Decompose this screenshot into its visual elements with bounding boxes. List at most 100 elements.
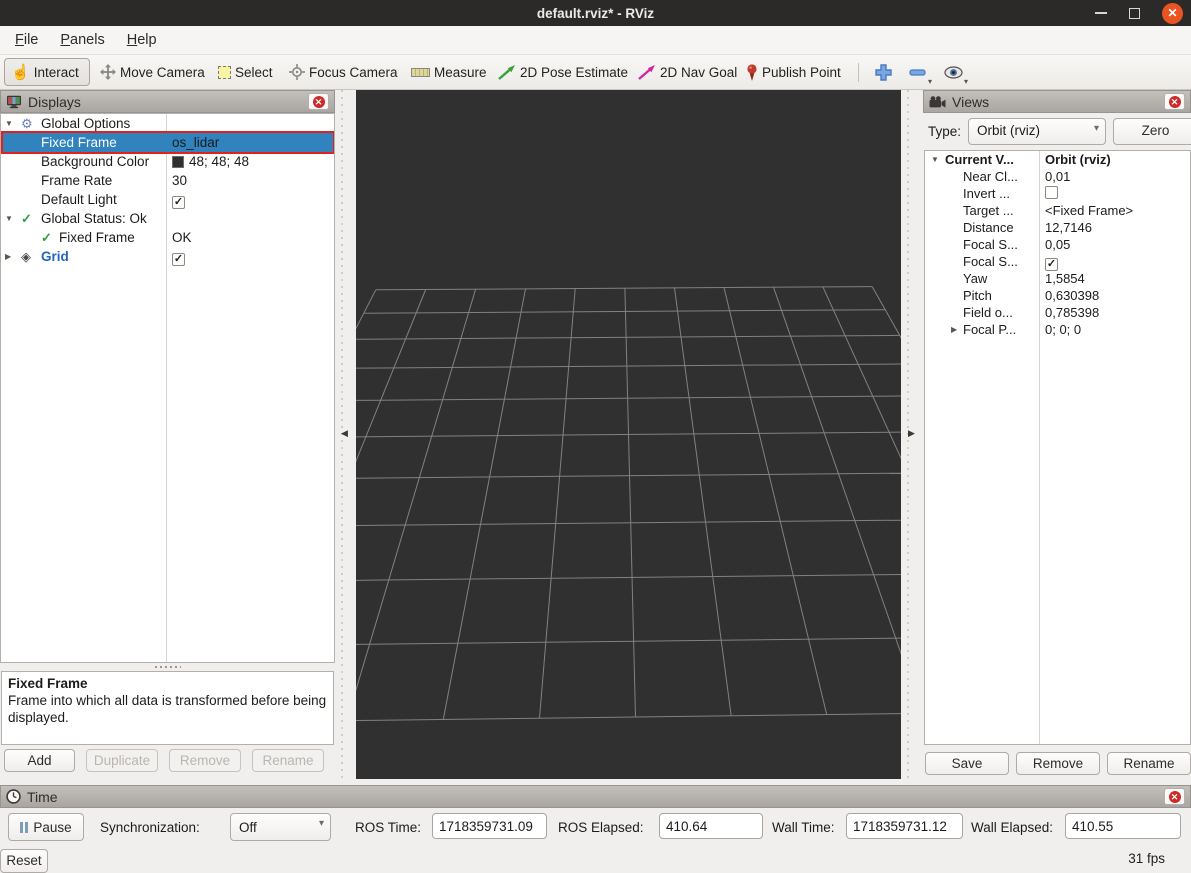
property-value[interactable]: 0,05: [1045, 236, 1070, 253]
focus-camera-tool-button[interactable]: Focus Camera: [289, 55, 398, 89]
move-camera-tool-button[interactable]: Move Camera: [100, 55, 205, 89]
views-close-button[interactable]: ✕: [1164, 93, 1185, 110]
move-camera-icon: [100, 64, 116, 80]
tree-row-target[interactable]: Target ...<Fixed Frame>: [925, 202, 1190, 219]
rename-view-button[interactable]: Rename: [1107, 752, 1191, 775]
checkbox-unchecked[interactable]: [1045, 186, 1058, 199]
property-value[interactable]: os_lidar: [172, 133, 219, 152]
save-view-button[interactable]: Save: [925, 752, 1009, 775]
tree-row-fixed-frame[interactable]: Fixed Frameos_lidar: [1, 133, 334, 152]
toolbar: ☝ Interact Move Camera Select Focus Came…: [0, 55, 1191, 90]
view-type-dropdown[interactable]: Orbit (rviz): [968, 118, 1106, 145]
selection-box-icon: [218, 66, 231, 79]
property-value[interactable]: 0,785398: [1045, 304, 1099, 321]
tree-row-fixed-frame[interactable]: ✓Fixed FrameOK: [1, 228, 334, 247]
menu-panels[interactable]: Panels: [49, 28, 115, 52]
tree-row-pitch[interactable]: Pitch0,630398: [925, 287, 1190, 304]
nav-goal-tool-button[interactable]: 2D Nav Goal: [638, 55, 737, 89]
property-value[interactable]: ✓: [1045, 254, 1058, 271]
expanded-arrow-icon[interactable]: ▼: [5, 209, 13, 228]
add-tool-button[interactable]: [875, 55, 892, 89]
remove-display-button[interactable]: Remove: [169, 749, 241, 772]
displays-panel-header[interactable]: Displays ✕: [0, 90, 335, 113]
tree-row-yaw[interactable]: Yaw1,5854: [925, 270, 1190, 287]
property-value[interactable]: 48; 48; 48: [172, 152, 249, 171]
close-window-button[interactable]: ✕: [1162, 3, 1183, 24]
right-splitter[interactable]: ▶: [901, 90, 923, 779]
property-value[interactable]: ✓: [172, 249, 185, 266]
checkbox-checked[interactable]: ✓: [172, 196, 185, 209]
visibility-caret-icon[interactable]: ▾: [964, 77, 968, 86]
render-viewport-3d[interactable]: [356, 90, 901, 779]
property-value[interactable]: OK: [172, 228, 192, 247]
menu-file[interactable]: File: [4, 28, 49, 52]
property-value[interactable]: 0; 0; 0: [1045, 321, 1081, 338]
property-value[interactable]: 1,5854: [1045, 270, 1085, 287]
expanded-arrow-icon[interactable]: ▼: [5, 114, 13, 133]
pause-button[interactable]: Pause: [8, 813, 84, 841]
views-panel-header[interactable]: Views ✕: [923, 90, 1191, 113]
collapsed-arrow-icon[interactable]: ▶: [951, 321, 957, 338]
collapse-left-arrow-icon[interactable]: ◀: [341, 428, 348, 439]
tree-row-grid[interactable]: ▶◈Grid✓: [1, 247, 334, 266]
publish-point-tool-button[interactable]: Publish Point: [746, 55, 841, 89]
property-value[interactable]: <Fixed Frame>: [1045, 202, 1133, 219]
reset-button[interactable]: Reset: [0, 849, 48, 873]
tree-row-global-status-ok[interactable]: ▼✓Global Status: Ok: [1, 209, 334, 228]
zero-button[interactable]: Zero: [1113, 118, 1191, 145]
tree-row-invert[interactable]: Invert ...: [925, 185, 1190, 202]
displays-splitter-handle[interactable]: [0, 663, 335, 670]
select-tool-button[interactable]: Select: [218, 55, 273, 89]
maximize-button[interactable]: [1129, 8, 1140, 19]
property-value[interactable]: [1045, 186, 1058, 199]
property-label: Global Status: Ok: [41, 209, 147, 228]
ros-elapsed-field[interactable]: [659, 813, 763, 839]
duplicate-display-button[interactable]: Duplicate: [86, 749, 158, 772]
pose-estimate-tool-button[interactable]: 2D Pose Estimate: [498, 55, 628, 89]
tree-row-field-o[interactable]: Field o...0,785398: [925, 304, 1190, 321]
expanded-arrow-icon[interactable]: ▼: [931, 151, 939, 168]
color-swatch[interactable]: [172, 156, 184, 168]
tree-row-background-color[interactable]: Background Color48; 48; 48: [1, 152, 334, 171]
interact-tool-button[interactable]: ☝ Interact: [4, 58, 90, 86]
rename-display-button[interactable]: Rename: [252, 749, 324, 772]
remove-tool-caret-icon[interactable]: ▾: [928, 77, 932, 86]
ros-time-field[interactable]: [432, 813, 547, 839]
remove-view-button[interactable]: Remove: [1016, 752, 1100, 775]
tree-row-near-cl[interactable]: Near Cl...0,01: [925, 168, 1190, 185]
tree-row-current-v[interactable]: ▼Current V...Orbit (rviz): [925, 151, 1190, 168]
tree-row-distance[interactable]: Distance12,7146: [925, 219, 1190, 236]
property-value[interactable]: 30: [172, 171, 187, 190]
time-close-button[interactable]: ✕: [1164, 788, 1185, 805]
property-value[interactable]: Orbit (rviz): [1045, 151, 1111, 168]
tool-visibility-button[interactable]: [944, 55, 963, 89]
property-value[interactable]: ✓: [172, 192, 185, 209]
tree-row-focal-s[interactable]: Focal S...✓: [925, 253, 1190, 270]
tree-row-focal-p[interactable]: ▶Focal P...0; 0; 0: [925, 321, 1190, 338]
displays-close-button[interactable]: ✕: [308, 93, 329, 110]
measure-tool-button[interactable]: Measure: [411, 55, 487, 89]
add-display-button[interactable]: Add: [4, 749, 75, 772]
tree-row-frame-rate[interactable]: Frame Rate 30: [1, 171, 334, 190]
property-label: Grid: [41, 247, 69, 266]
property-value[interactable]: 0,630398: [1045, 287, 1099, 304]
time-panel-header[interactable]: Time ✕: [0, 785, 1191, 808]
minimize-button[interactable]: [1095, 12, 1107, 14]
tree-row-focal-s[interactable]: Focal S...0,05: [925, 236, 1190, 253]
tree-row-global-options[interactable]: ▼⚙Global Options: [1, 114, 334, 133]
menu-help[interactable]: Help: [116, 28, 168, 52]
checkbox-checked[interactable]: ✓: [172, 253, 185, 266]
remove-tool-button[interactable]: [909, 55, 926, 89]
property-value[interactable]: 12,7146: [1045, 219, 1092, 236]
status-ok-check-icon: ✓: [41, 228, 52, 247]
property-value[interactable]: 0,01: [1045, 168, 1070, 185]
property-label: Frame Rate: [41, 171, 112, 190]
synchronization-dropdown[interactable]: Off: [230, 813, 331, 841]
ruler-icon: [411, 68, 430, 77]
collapse-right-arrow-icon[interactable]: ▶: [908, 428, 915, 439]
left-splitter[interactable]: ◀: [335, 90, 356, 779]
wall-elapsed-field[interactable]: [1065, 813, 1181, 839]
wall-time-field[interactable]: [846, 813, 963, 839]
collapsed-arrow-icon[interactable]: ▶: [5, 247, 11, 266]
tree-row-default-light[interactable]: Default Light✓: [1, 190, 334, 209]
